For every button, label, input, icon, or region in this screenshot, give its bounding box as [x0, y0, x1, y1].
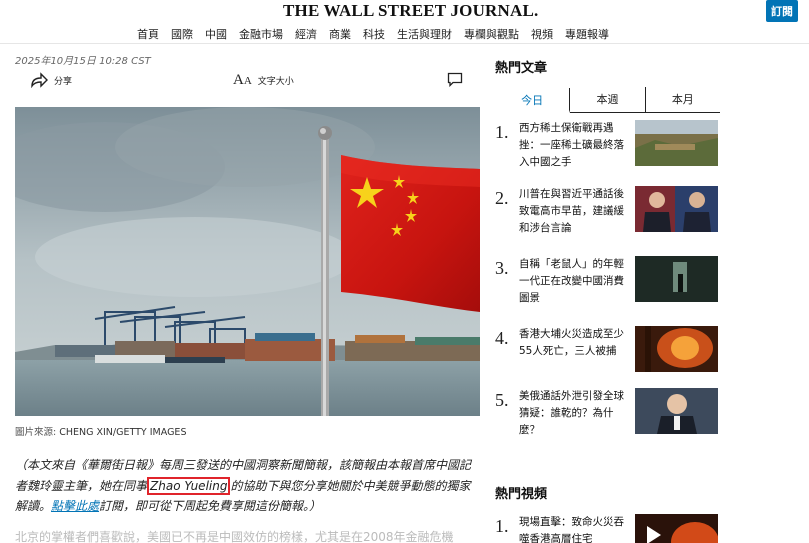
share-label: 分享 [54, 76, 73, 87]
masthead: THE WALL STREET JOURNAL. 首頁 國際 中國 金融市場 經… [0, 0, 809, 44]
video-rank: 1. [495, 516, 509, 536]
popular-articles-title: 熱門文章 [495, 61, 548, 76]
popular-rank: 4. [495, 328, 509, 348]
popular-rank: 5. [495, 390, 509, 410]
main-nav: 首頁 國際 中國 金融市場 經濟 商業 科技 生活與理財 專欄與觀點 視頻 專題… [131, 26, 615, 42]
font-size-button[interactable]: AA 文字大小 [233, 72, 294, 89]
article-toolbar: 分享 AA 文字大小 [15, 72, 467, 94]
nav-video[interactable]: 視頻 [525, 26, 559, 42]
popular-rank: 1. [495, 122, 509, 142]
share-button[interactable]: 分享 [30, 72, 72, 88]
article-dateline: 2025年10月15日 10:28 CST [15, 56, 151, 67]
popular-headline[interactable]: 美俄通話外泄引發全球猜疑：誰乾的？為什麼？ [519, 388, 629, 439]
popular-thumbnail[interactable] [635, 326, 718, 372]
video-thumbnail[interactable] [635, 514, 718, 543]
nav-china[interactable]: 中國 [199, 26, 233, 42]
popular-thumbnail[interactable] [635, 120, 718, 166]
popular-rank: 3. [495, 258, 509, 278]
lede-text-3: 訂閱，即可從下周起免費享閱這份簡報。） [99, 499, 322, 513]
popular-rank: 2. [495, 188, 509, 208]
nav-world[interactable]: 國際 [165, 26, 199, 42]
article-photo [15, 107, 480, 416]
subscribe-button[interactable]: 訂閱 [766, 0, 798, 22]
comment-icon [447, 72, 463, 87]
comment-button[interactable] [447, 72, 463, 87]
popular-headline[interactable]: 川普在與習近平通話後致電高市早苗，建議緩和涉台言論 [519, 186, 629, 237]
font-size-label: 文字大小 [257, 77, 294, 87]
popular-item[interactable]: 2. 川普在與習近平通話後致電高市早苗，建議緩和涉台言論 [495, 186, 720, 246]
popular-headline[interactable]: 自稱「老鼠人」的年輕一代正在改變中國消費圖景 [519, 256, 629, 307]
tab-month[interactable]: 本月 [646, 87, 720, 112]
subscribe-link[interactable]: 點擊此處 [51, 499, 99, 513]
nav-tech[interactable]: 科技 [357, 26, 391, 42]
video-item[interactable]: 1. 現場直擊：致命火災吞噬香港高層住宅 [495, 514, 720, 543]
wsj-logo[interactable]: THE WALL STREET JOURNAL. [283, 1, 538, 21]
photo-caption: 圖片來源: CHENG XIN/GETTY IMAGES [15, 424, 186, 438]
popular-tabs: 今日 本週 本月 [495, 87, 720, 113]
article-body-preview: 北京的掌權者們喜歡說，美國已不再是中國效仿的榜樣，尤其是在2008年金融危機 [15, 530, 454, 543]
popular-item[interactable]: 5. 美俄通話外泄引發全球猜疑：誰乾的？為什麼？ [495, 388, 720, 448]
nav-life[interactable]: 生活與理財 [391, 26, 458, 42]
caption-prefix: 圖片來源: [15, 427, 57, 438]
tab-week[interactable]: 本週 [570, 87, 646, 112]
popular-item[interactable]: 1. 西方稀土保衛戰再遇挫：一座稀土礦最終落入中國之手 [495, 120, 720, 180]
nav-markets[interactable]: 金融市場 [233, 26, 289, 42]
nav-economy[interactable]: 經濟 [289, 26, 323, 42]
tab-today[interactable]: 今日 [495, 88, 571, 113]
port-flag-image [15, 107, 480, 416]
nav-opinion[interactable]: 專欄與觀點 [458, 26, 525, 42]
share-icon [31, 72, 48, 88]
popular-item[interactable]: 4. 香港大埔火災造成至少55人死亡，三人被捕 [495, 326, 720, 386]
popular-item[interactable]: 3. 自稱「老鼠人」的年輕一代正在改變中國消費圖景 [495, 256, 720, 316]
font-size-icon: AA [233, 72, 252, 88]
popular-headline[interactable]: 西方稀土保衛戰再遇挫：一座稀土礦最終落入中國之手 [519, 120, 629, 171]
nav-home[interactable]: 首頁 [131, 26, 165, 42]
caption-credit: CHENG XIN/GETTY IMAGES [59, 427, 187, 438]
popular-thumbnail[interactable] [635, 186, 718, 232]
popular-headline[interactable]: 香港大埔火災造成至少55人死亡，三人被捕 [519, 326, 629, 360]
nav-features[interactable]: 專題報導 [559, 26, 615, 42]
video-headline[interactable]: 現場直擊：致命火災吞噬香港高層住宅 [519, 514, 629, 543]
highlighted-name: Zhao Yueling [147, 476, 231, 495]
popular-videos-title: 熱門視頻 [495, 487, 548, 502]
nav-business[interactable]: 商業 [323, 26, 357, 42]
popular-thumbnail[interactable] [635, 256, 718, 302]
article-lede: （本文來自《華爾街日報》每周三發送的中國洞察新聞簡報，該簡報由本報首席中國記者魏… [15, 455, 477, 517]
popular-thumbnail[interactable] [635, 388, 718, 434]
